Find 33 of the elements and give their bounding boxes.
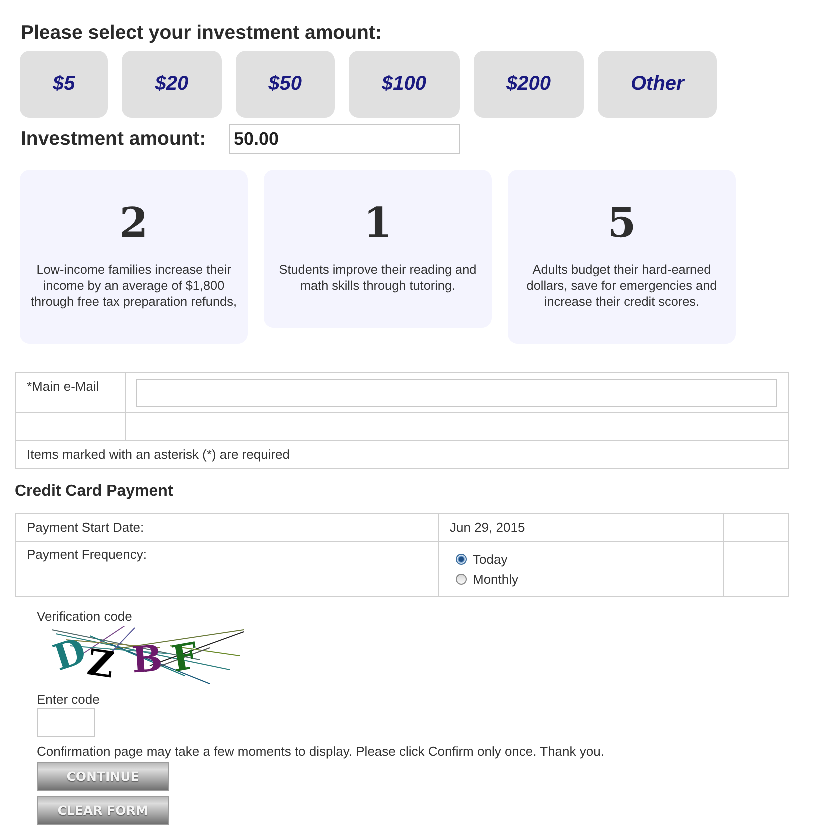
amount-button[interactable]: $5: [20, 51, 108, 118]
radio-button[interactable]: [456, 554, 467, 565]
impact-number: 2: [120, 198, 148, 248]
amount-button[interactable]: $20: [122, 51, 222, 118]
impact-number: 5: [608, 198, 636, 248]
confirmation-note: Confirmation page may take a few moments to display. Please click Confirm only once. Thank you.: [37, 744, 606, 759]
code-input[interactable]: [37, 708, 95, 737]
field-label: Verification code: [37, 609, 134, 624]
field-label: Enter code: [37, 692, 101, 707]
field-label: *Main e-Mail: [27, 379, 100, 394]
amount-button[interactable]: Other: [598, 51, 718, 118]
radio-label[interactable]: Today: [473, 552, 508, 567]
radio-button[interactable]: [456, 574, 467, 585]
captcha-letter: Z: [84, 642, 117, 686]
date-value: Jun 29, 2015: [450, 520, 526, 535]
amount-button[interactable]: $50: [236, 51, 335, 118]
field-label: Payment Frequency:: [27, 547, 147, 562]
email-input[interactable]: [136, 379, 777, 407]
amount-input[interactable]: 50.00: [229, 124, 460, 154]
impact-description: Students improve their reading and math skills through tutoring.: [278, 262, 478, 294]
radio-label[interactable]: Monthly: [473, 572, 519, 587]
captcha-letter: F: [168, 634, 202, 681]
impact-description: Low-income families increase their income by an average of $1,800 through free tax preparation refunds,: [30, 262, 238, 310]
amount-button[interactable]: $200: [474, 51, 584, 118]
section-heading: Please select your investment amount:: [21, 22, 383, 44]
captcha-letter: B: [130, 638, 164, 682]
required-note: Items marked with an asterisk (*) are required: [27, 447, 290, 462]
field-label: Investment amount:: [20, 128, 208, 150]
impact-description: Adults budget their hard-earned dollars, save for emergencies and increase their credit scores.: [526, 262, 718, 310]
amount-button[interactable]: $100: [349, 51, 460, 118]
section-heading: Credit Card Payment: [15, 482, 174, 502]
field-label: Payment Start Date:: [27, 520, 144, 535]
impact-number: 1: [364, 198, 392, 248]
